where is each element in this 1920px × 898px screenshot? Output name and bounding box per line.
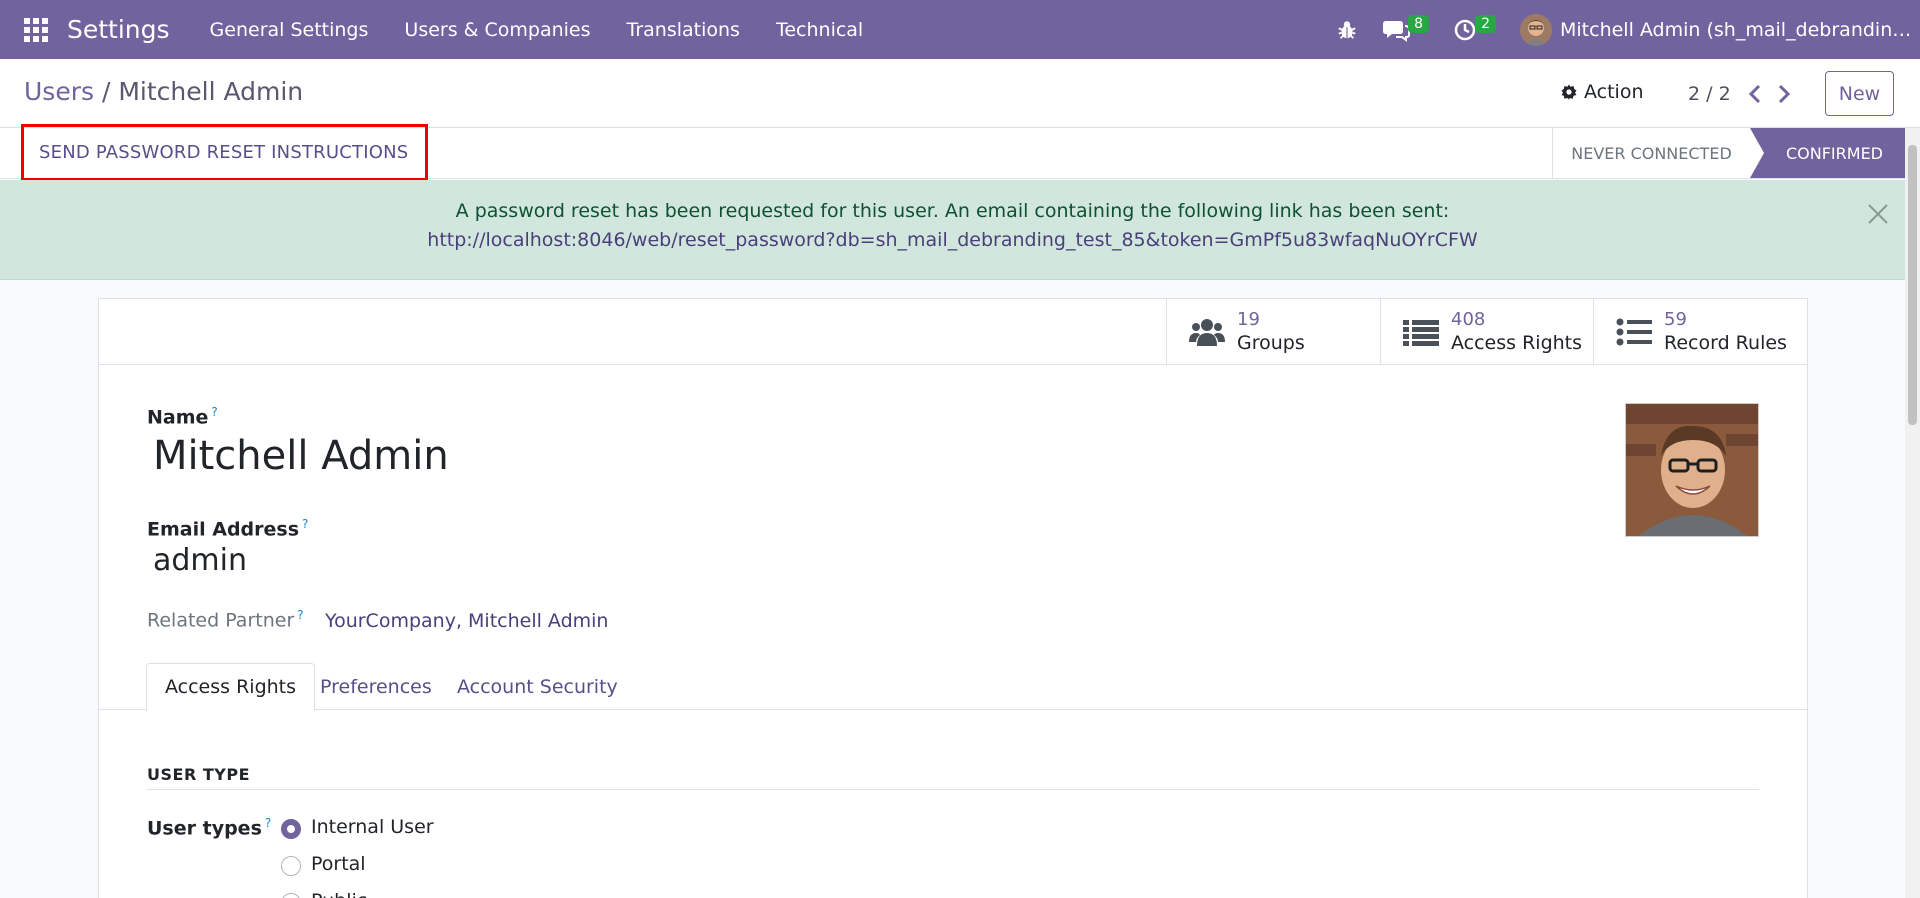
status-never-connected[interactable]: NEVER CONNECTED — [1552, 128, 1750, 178]
groups-count: 19 — [1237, 308, 1260, 330]
access-rights-count: 408 — [1451, 308, 1486, 330]
activities-badge: 2 — [1475, 14, 1496, 33]
related-partner-label: Related Partner? — [147, 608, 304, 632]
smart-button-box: 19 Groups 408 Access Rights 59 Record Ru… — [99, 299, 1807, 365]
breadcrumb-separator: / — [94, 77, 119, 106]
breadcrumb-current: Mitchell Admin — [118, 77, 304, 106]
section-divider — [147, 789, 1759, 790]
help-icon[interactable]: ? — [211, 405, 217, 419]
radio-internal-user[interactable] — [281, 819, 301, 839]
form-sheet: 19 Groups 408 Access Rights 59 Record Ru… — [98, 298, 1808, 898]
list-ul-icon — [1616, 318, 1652, 345]
record-rules-label: Record Rules — [1664, 331, 1787, 354]
user-type-section-title: USER TYPE — [147, 765, 250, 784]
messages-badge: 8 — [1408, 14, 1430, 33]
help-icon[interactable]: ? — [297, 608, 303, 622]
alert-reset-link[interactable]: http://localhost:8046/web/reset_password… — [0, 229, 1905, 251]
activities-button[interactable]: 2 — [1453, 14, 1496, 42]
status-confirmed[interactable]: CONFIRMED — [1750, 128, 1905, 178]
bug-icon[interactable] — [1336, 19, 1358, 41]
groups-label: Groups — [1237, 331, 1305, 354]
form-statusbar: SEND PASSWORD RESET INSTRUCTIONS NEVER C… — [0, 124, 1905, 181]
scrollbar-thumb[interactable] — [1908, 145, 1917, 425]
apps-menu-icon[interactable] — [24, 17, 48, 42]
radio-public[interactable] — [281, 893, 301, 898]
user-avatar-image[interactable] — [1625, 403, 1759, 537]
user-types-label: User types? — [147, 816, 272, 840]
user-avatar[interactable] — [1520, 13, 1552, 46]
help-icon[interactable]: ? — [265, 816, 271, 830]
radio-internal-user-label[interactable]: Internal User — [311, 816, 434, 838]
menu-translations[interactable]: Translations — [609, 19, 758, 41]
action-label: Action — [1584, 81, 1644, 103]
menu-general-settings[interactable]: General Settings — [192, 19, 387, 41]
related-partner-link[interactable]: YourCompany, Mitchell Admin — [325, 610, 608, 632]
tab-preferences[interactable]: Preferences — [302, 663, 450, 710]
comments-icon — [1383, 20, 1411, 42]
menu-users-companies[interactable]: Users & Companies — [386, 19, 608, 41]
access-rights-label: Access Rights — [1451, 331, 1583, 354]
user-menu[interactable]: Mitchell Admin (sh_mail_debranding_test_… — [1560, 19, 1920, 41]
groups-stat-button[interactable]: 19 Groups — [1166, 299, 1380, 364]
success-alert: A password reset has been requested for … — [0, 180, 1905, 280]
chevron-right-icon[interactable] — [1774, 82, 1794, 106]
record-rules-count: 59 — [1664, 308, 1687, 330]
menu-technical[interactable]: Technical — [758, 19, 881, 41]
help-icon[interactable]: ? — [302, 517, 308, 531]
pager-value[interactable]: 2 / 2 — [1688, 83, 1731, 105]
top-navbar: Settings General Settings Users & Compan… — [0, 0, 1920, 59]
gear-icon — [1561, 84, 1577, 100]
tab-access-rights[interactable]: Access Rights — [146, 663, 316, 711]
breadcrumb: Users / Mitchell Admin — [24, 77, 303, 106]
send-password-reset-button[interactable]: SEND PASSWORD RESET INSTRUCTIONS — [21, 124, 428, 181]
tab-account-security[interactable]: Account Security — [439, 663, 636, 710]
access-rights-stat-button[interactable]: 408 Access Rights — [1380, 299, 1593, 364]
control-panel: Users / Mitchell Admin Action 2 / 2 New — [0, 59, 1920, 128]
name-field[interactable]: Mitchell Admin — [153, 433, 449, 479]
users-icon — [1189, 318, 1225, 346]
new-button[interactable]: New — [1825, 71, 1894, 116]
list-icon — [1403, 319, 1439, 346]
name-label: Name? — [147, 405, 218, 429]
close-icon[interactable] — [1866, 202, 1890, 226]
radio-public-label[interactable]: Public — [311, 890, 367, 898]
email-field[interactable]: admin — [153, 543, 247, 578]
messages-button[interactable]: 8 — [1382, 14, 1430, 42]
radio-portal-label[interactable]: Portal — [311, 853, 366, 875]
app-brand[interactable]: Settings — [67, 15, 170, 44]
alert-message: A password reset has been requested for … — [455, 200, 1450, 222]
action-menu-button[interactable]: Action — [1560, 81, 1644, 103]
chevron-left-icon[interactable] — [1745, 82, 1765, 106]
navbar-systray: 8 2 Mitchell Admin (sh_mail_debranding_t… — [1336, 0, 1920, 59]
clock-icon — [1454, 19, 1476, 40]
email-label: Email Address? — [147, 517, 309, 541]
record-rules-stat-button[interactable]: 59 Record Rules — [1593, 299, 1807, 364]
radio-portal[interactable] — [281, 856, 301, 876]
notebook-tabs: Access Rights Preferences Account Securi… — [99, 663, 1807, 711]
breadcrumb-users[interactable]: Users — [24, 77, 94, 106]
